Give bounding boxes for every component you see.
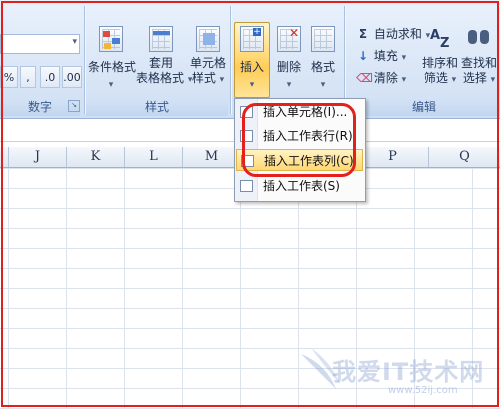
fill-label: 填充: [373, 49, 398, 63]
format-label: 格式: [310, 60, 335, 74]
clear-button[interactable]: ⌫ 清除 ▾: [356, 68, 406, 88]
chevron-down-icon: ▾: [249, 80, 255, 90]
sort-filter-button[interactable]: AZ 排序和 筛选 ▾: [422, 26, 458, 88]
cell-styles-icon: [196, 26, 220, 52]
clear-label: 清除: [373, 71, 398, 85]
table-format-icon: [149, 26, 173, 52]
insert-sheet-icon: [240, 180, 253, 192]
decrease-decimal-button[interactable]: .00: [62, 66, 82, 88]
group-divider: [230, 6, 231, 114]
number-dialog-launcher-icon[interactable]: ↘: [68, 100, 80, 112]
menu-item-label: 插入单元格(I)...: [263, 105, 348, 119]
find-select-label: 查找和 选择 ▾: [460, 56, 498, 88]
column-header[interactable]: Q: [428, 147, 500, 167]
chevron-down-icon: ▾: [219, 75, 225, 85]
format-as-table-label: 套用 表格格式 ▾: [136, 56, 192, 88]
menu-item-insert-sheet-columns[interactable]: 插入工作表列(C): [236, 149, 363, 171]
delete-button[interactable]: ✕ 删除 ▾: [272, 26, 306, 90]
chevron-down-icon: ▾: [286, 80, 292, 90]
fill-down-icon: ↓: [357, 49, 369, 63]
autosum-button[interactable]: Σ 自动求和 ▾: [356, 24, 430, 44]
worksheet-grid[interactable]: [0, 168, 500, 409]
number-format-combo[interactable]: ▾: [0, 34, 80, 54]
fill-button[interactable]: ↓ 填充 ▾: [356, 46, 406, 66]
chevron-down-icon: ▾: [401, 53, 407, 63]
format-as-table-label-line2: 表格格式: [136, 71, 185, 85]
sort-filter-label-line1: 排序和: [422, 56, 459, 70]
column-header[interactable]: K: [66, 147, 124, 167]
insert-cells-icon: +: [240, 26, 264, 52]
column-header[interactable]: L: [124, 147, 182, 167]
find-select-label-line1: 查找和: [460, 56, 497, 70]
chevron-down-icon[interactable]: ▾: [72, 37, 77, 47]
percent-style-button[interactable]: %: [0, 66, 18, 88]
column-header[interactable]: P: [356, 147, 428, 167]
sigma-icon: Σ: [358, 27, 368, 41]
cell-styles-label-line2: 样式: [191, 71, 216, 85]
delete-cells-icon: ✕: [277, 26, 301, 52]
group-divider: [84, 6, 85, 114]
find-select-label-line2: 选择: [462, 71, 487, 85]
column-header[interactable]: J: [8, 147, 66, 167]
format-button[interactable]: 格式 ▾: [306, 26, 340, 90]
insert-button[interactable]: + 插入 ▾: [234, 26, 270, 90]
edit-group-label: 编辑: [348, 98, 500, 116]
conditional-format-label: 条件格式: [88, 60, 137, 74]
sort-filter-label-line2: 筛选: [423, 71, 448, 85]
cell-styles-label-line1: 单元格: [189, 56, 226, 70]
menu-item-label: 插入工作表列(C): [264, 154, 354, 168]
conditional-format-icon: [99, 26, 123, 52]
style-group-label: 样式: [86, 98, 228, 116]
insert-column-icon: [241, 155, 254, 167]
increase-decimal-button[interactable]: .0: [40, 66, 60, 88]
binoculars-icon: [467, 26, 491, 52]
menu-item-label: 插入工作表行(R): [263, 129, 353, 143]
eraser-icon: ⌫: [356, 71, 373, 85]
sort-az-icon: AZ: [430, 28, 450, 51]
conditional-format-button[interactable]: 条件格式 ▾: [88, 26, 137, 90]
insert-label: 插入: [239, 60, 264, 74]
find-select-button[interactable]: 查找和 选择 ▾: [460, 26, 498, 88]
sort-filter-label: 排序和 筛选 ▾: [422, 56, 458, 88]
format-cells-icon: [311, 26, 335, 52]
delete-label: 删除: [276, 60, 301, 74]
chevron-down-icon: ▾: [108, 80, 114, 90]
menu-item-label: 插入工作表(S): [263, 179, 340, 193]
format-as-table-label-line1: 套用: [148, 56, 173, 70]
chevron-down-icon: ▾: [451, 75, 457, 85]
chevron-down-icon: ▾: [320, 80, 326, 90]
insert-row-icon: [240, 130, 253, 142]
comma-style-button[interactable]: ,: [20, 66, 36, 88]
cell-styles-button[interactable]: 单元格 样式 ▾: [188, 26, 228, 88]
menu-item-insert-sheet[interactable]: 插入工作表(S): [236, 175, 363, 197]
autosum-label: 自动求和: [373, 27, 422, 41]
cell-styles-label: 单元格 样式 ▾: [188, 56, 228, 88]
chevron-down-icon: ▾: [490, 75, 496, 85]
menu-item-insert-cells[interactable]: 插入单元格(I)...: [236, 101, 363, 123]
insert-dropdown-menu: 插入单元格(I)... 插入工作表行(R) 插入工作表列(C) 插入工作表(S): [234, 98, 366, 202]
column-header[interactable]: M: [182, 147, 240, 167]
insert-cells-icon: [240, 106, 253, 118]
menu-item-insert-sheet-rows[interactable]: 插入工作表行(R): [236, 125, 363, 147]
format-as-table-button[interactable]: 套用 表格格式 ▾: [136, 26, 192, 88]
chevron-down-icon: ▾: [401, 75, 407, 85]
